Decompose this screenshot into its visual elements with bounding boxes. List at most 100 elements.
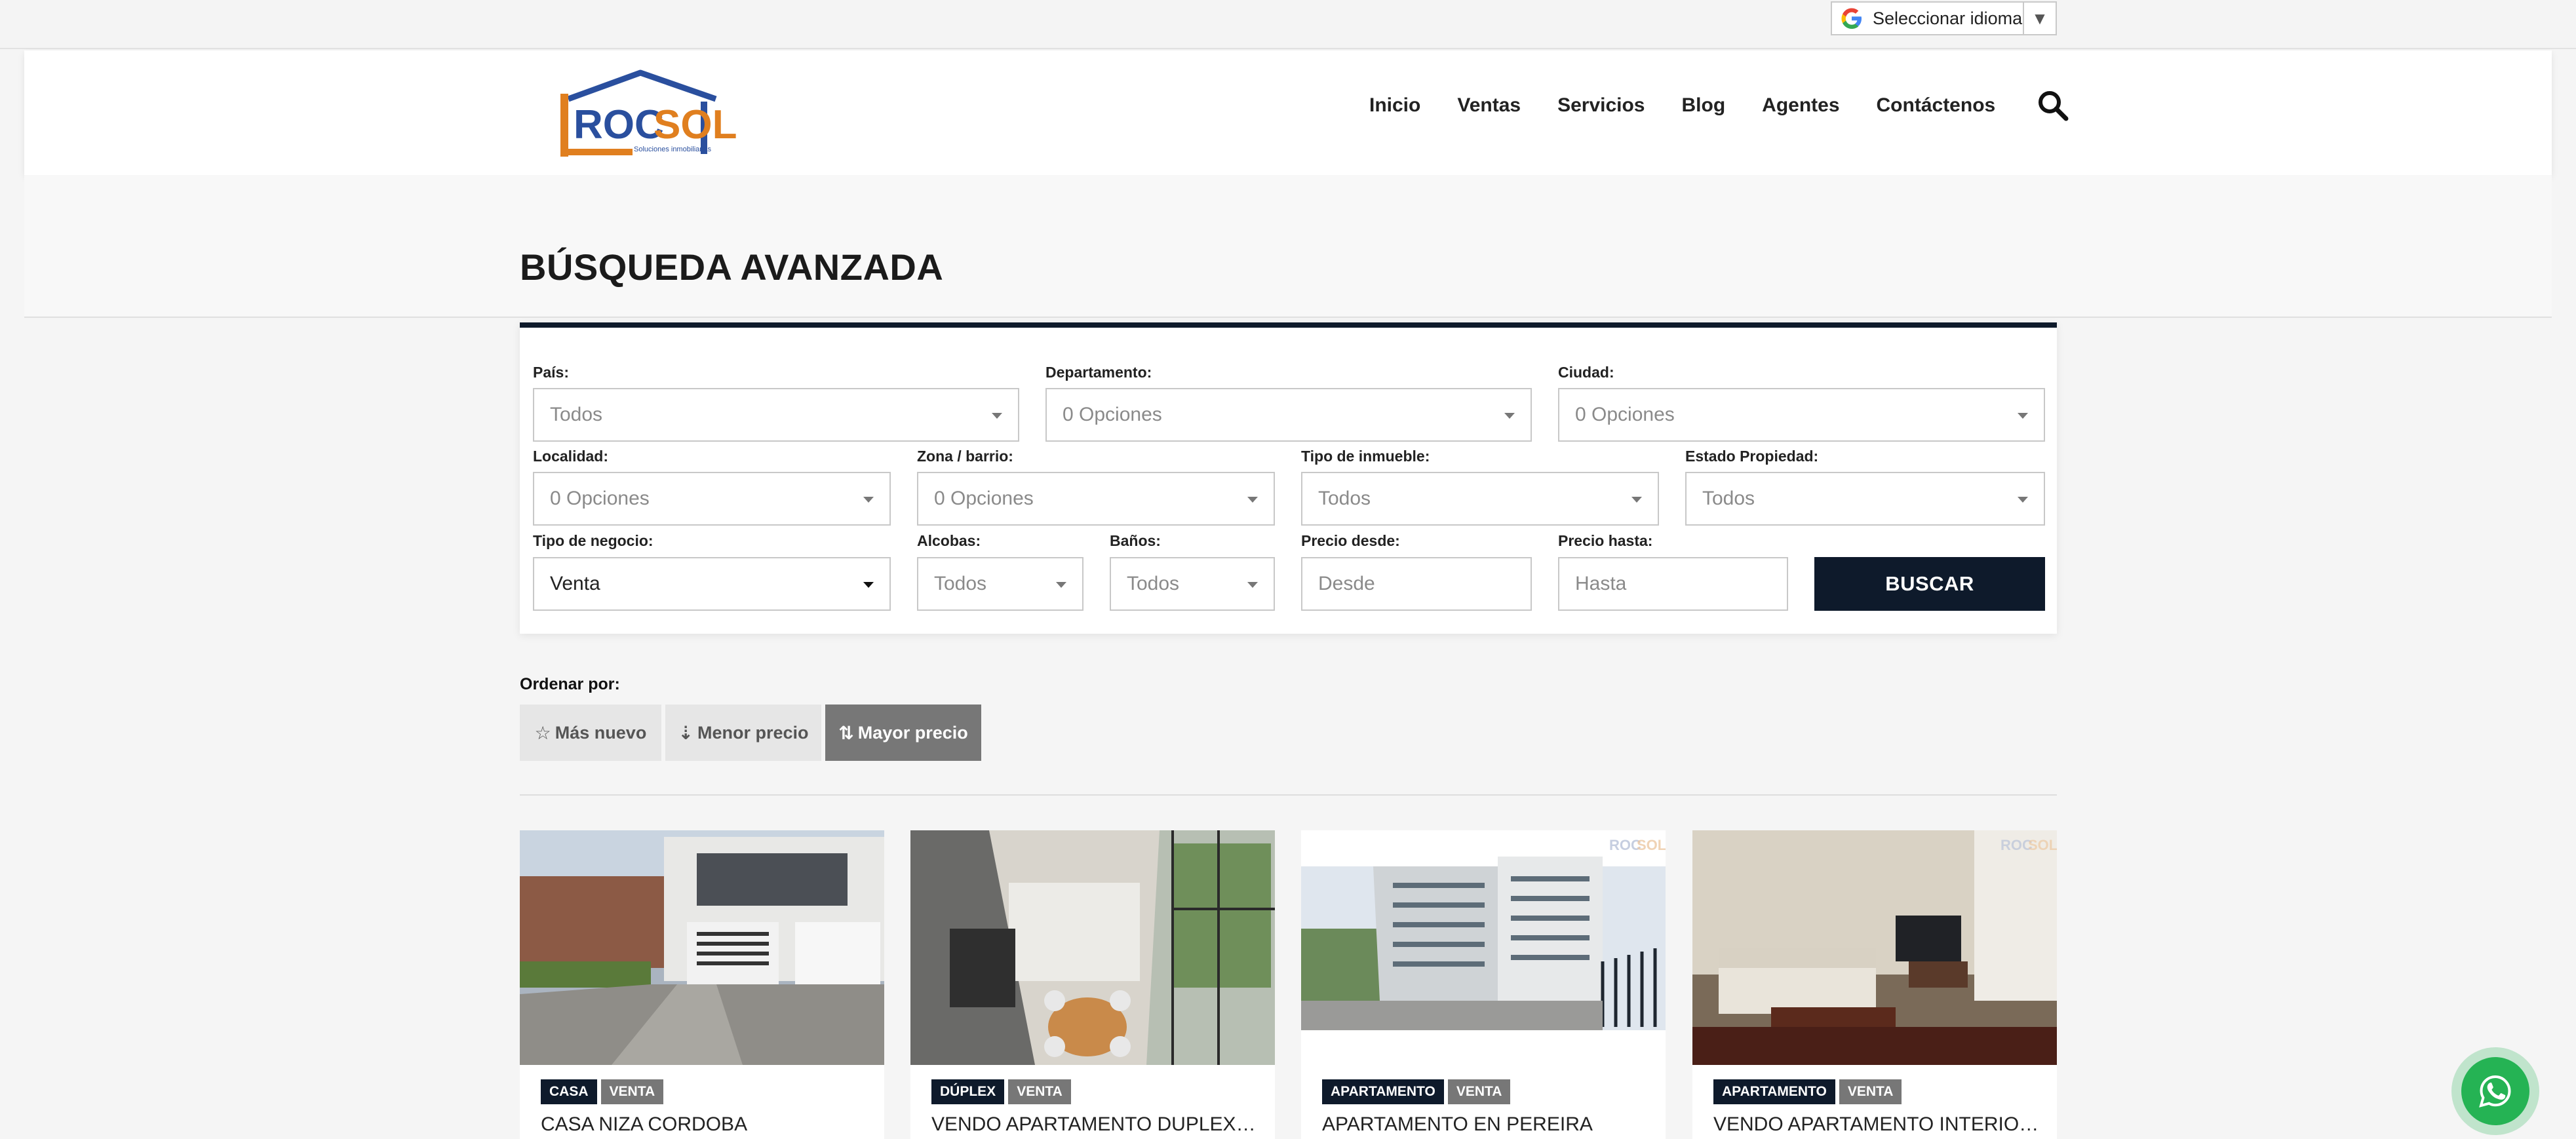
- ciudad-select[interactable]: 0 Opciones: [1558, 388, 2045, 442]
- google-g-icon: [1832, 3, 1871, 34]
- advanced-search-form: País: Todos Departamento: 0 Opciones Ciu…: [520, 322, 2057, 634]
- precio-hasta-label: Precio hasta:: [1558, 532, 1653, 549]
- departamento-value: 0 Opciones: [1063, 404, 1162, 425]
- nav-contactenos[interactable]: Contáctenos: [1877, 94, 1996, 117]
- property-type-badge: APARTAMENTO: [1322, 1079, 1444, 1104]
- listing-tags: CASA VENTA: [541, 1079, 667, 1104]
- tipo-negocio-select[interactable]: Venta: [533, 557, 891, 611]
- estado-value: Todos: [1702, 488, 1755, 509]
- listing-title[interactable]: VENDO APARTAMENTO DUPLEX R...: [931, 1113, 1259, 1136]
- pais-label: País:: [533, 364, 569, 381]
- banos-select[interactable]: Todos: [1110, 557, 1275, 611]
- caret-down-icon: [1056, 582, 1066, 588]
- listing-tags: APARTAMENTO VENTA: [1322, 1079, 1514, 1104]
- precio-desde-input[interactable]: [1301, 557, 1532, 611]
- tipo-negocio-label: Tipo de negocio:: [533, 532, 654, 549]
- nav-ventas[interactable]: Ventas: [1457, 94, 1521, 117]
- main-nav: Inicio Ventas Servicios Blog Agentes Con…: [1369, 83, 2071, 128]
- localidad-select[interactable]: 0 Opciones: [533, 472, 891, 526]
- sort-lowest-price-button[interactable]: ⇣ Menor precio: [665, 705, 821, 761]
- ciudad-label: Ciudad:: [1558, 364, 1614, 381]
- caret-down-icon: [2018, 497, 2028, 503]
- listing-title[interactable]: VENDO APARTAMENTO INTERIOR ...: [1713, 1113, 2041, 1136]
- listing-card[interactable]: ROC SOL APARTAMENTO VENTA APARTAMENTO EN…: [1301, 830, 1666, 1139]
- caret-down-icon: [863, 497, 874, 503]
- sort-highest-label: Mayor precio: [857, 722, 968, 743]
- departamento-select[interactable]: 0 Opciones: [1045, 388, 1532, 442]
- zona-select[interactable]: 0 Opciones: [917, 472, 1275, 526]
- listing-photo[interactable]: [910, 830, 1275, 1065]
- departamento-label: Departamento:: [1045, 364, 1152, 381]
- page-title: BÚSQUEDA AVANZADA: [520, 246, 944, 288]
- listing-card[interactable]: CASA VENTA CASA NIZA CORDOBA: [520, 830, 884, 1139]
- banos-value: Todos: [1127, 573, 1180, 594]
- language-select[interactable]: Seleccionar idioma ▼: [1831, 1, 2057, 35]
- tipo-inmueble-value: Todos: [1318, 488, 1371, 509]
- pais-value: Todos: [550, 404, 603, 425]
- alcobas-select[interactable]: Todos: [917, 557, 1083, 611]
- chevron-down-icon: ▼: [2023, 3, 2056, 34]
- tipo-inmueble-select[interactable]: Todos: [1301, 472, 1659, 526]
- nav-inicio[interactable]: Inicio: [1369, 94, 1420, 117]
- rocsol-logo[interactable]: ROC SOL Soluciones inmobiliarias: [549, 68, 752, 159]
- star-icon: ☆: [534, 722, 551, 743]
- tipo-inmueble-label: Tipo de inmueble:: [1301, 448, 1430, 465]
- banos-label: Baños:: [1110, 532, 1161, 549]
- logo-tagline: Soluciones inmobiliarias: [634, 145, 712, 153]
- sort-both-icon: ⇅: [838, 722, 854, 743]
- nav-servicios[interactable]: Servicios: [1557, 94, 1645, 117]
- top-bar: Seleccionar idioma ▼: [0, 0, 2576, 49]
- precio-hasta-input[interactable]: [1558, 557, 1788, 611]
- estado-select[interactable]: Todos: [1685, 472, 2045, 526]
- title-band: [24, 175, 2552, 318]
- alcobas-value: Todos: [934, 573, 987, 594]
- ciudad-value: 0 Opciones: [1575, 404, 1675, 425]
- caret-down-icon: [1504, 413, 1515, 419]
- listing-photo[interactable]: ROC SOL: [1301, 830, 1666, 1065]
- caret-down-icon: [863, 582, 874, 588]
- zona-value: 0 Opciones: [934, 488, 1034, 509]
- watermark-text: SOL: [2028, 837, 2057, 853]
- listing-photo[interactable]: ROC SOL: [1692, 830, 2057, 1065]
- listing-card[interactable]: DÚPLEX VENTA VENDO APARTAMENTO DUPLEX R.…: [910, 830, 1275, 1139]
- search-icon[interactable]: [2035, 87, 2071, 124]
- nav-agentes[interactable]: Agentes: [1762, 94, 1839, 117]
- nav-blog[interactable]: Blog: [1682, 94, 1726, 117]
- whatsapp-button[interactable]: [2451, 1047, 2539, 1135]
- property-type-badge: APARTAMENTO: [1713, 1079, 1835, 1104]
- sort-newest-label: Más nuevo: [555, 722, 647, 743]
- site-header: ROC SOL Soluciones inmobiliarias Inicio …: [24, 50, 2552, 175]
- pais-select[interactable]: Todos: [533, 388, 1019, 442]
- zona-label: Zona / barrio:: [917, 448, 1013, 465]
- logo-text-roc: ROC: [574, 102, 664, 147]
- sort-ascending-icon: ⇣: [678, 722, 693, 743]
- localidad-label: Localidad:: [533, 448, 609, 465]
- sort-highest-price-button[interactable]: ⇅ Mayor precio: [825, 705, 981, 761]
- tipo-negocio-value: Venta: [550, 573, 600, 594]
- caret-down-icon: [992, 413, 1002, 419]
- business-type-badge: VENTA: [600, 1079, 664, 1104]
- logo-text-sol: SOL: [654, 102, 737, 147]
- listing-tags: APARTAMENTO VENTA: [1713, 1079, 1905, 1104]
- language-label: Seleccionar idioma: [1873, 8, 2023, 28]
- buscar-button[interactable]: BUSCAR: [1814, 557, 2045, 611]
- listing-title[interactable]: APARTAMENTO EN PEREIRA: [1322, 1113, 1650, 1136]
- sort-label: Ordenar por:: [520, 675, 620, 693]
- listing-title[interactable]: CASA NIZA CORDOBA: [541, 1113, 868, 1136]
- caret-down-icon: [2018, 413, 2028, 419]
- caret-down-icon: [1631, 497, 1642, 503]
- business-type-badge: VENTA: [1839, 1079, 1902, 1104]
- listing-card[interactable]: ROC SOL APARTAMENTO VENTA VENDO APARTAME…: [1692, 830, 2057, 1139]
- whatsapp-icon: [2461, 1057, 2529, 1125]
- business-type-badge: VENTA: [1008, 1079, 1071, 1104]
- property-type-badge: DÚPLEX: [931, 1079, 1005, 1104]
- sort-lowest-label: Menor precio: [697, 722, 809, 743]
- listing-photo[interactable]: [520, 830, 884, 1065]
- localidad-value: 0 Opciones: [550, 488, 650, 509]
- listing-tags: DÚPLEX VENTA: [931, 1079, 1075, 1104]
- divider: [520, 794, 2057, 796]
- business-type-badge: VENTA: [1447, 1079, 1511, 1104]
- sort-newest-button[interactable]: ☆ Más nuevo: [520, 705, 661, 761]
- caret-down-icon: [1247, 582, 1258, 588]
- watermark-text: SOL: [1637, 837, 1666, 853]
